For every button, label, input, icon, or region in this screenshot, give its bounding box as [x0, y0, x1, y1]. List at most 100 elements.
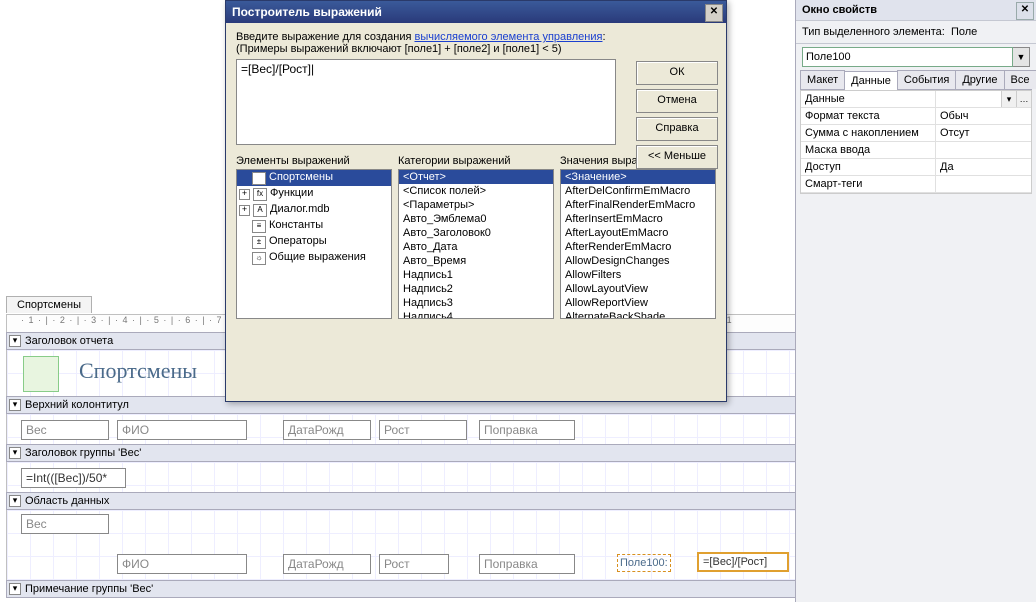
help-button[interactable]: Справка — [636, 117, 718, 141]
collapse-icon[interactable]: ▾ — [9, 335, 21, 347]
list-item[interactable]: AllowLayoutView — [561, 282, 715, 296]
collapse-icon[interactable]: ▾ — [9, 583, 21, 595]
property-row[interactable]: Формат текстаОбыч — [801, 108, 1031, 125]
property-name: Смарт-теги — [801, 176, 936, 192]
report-title[interactable]: Спортсмены — [79, 358, 197, 384]
list-item[interactable]: AfterLayoutEmMacro — [561, 226, 715, 240]
property-name: Сумма с накоплением — [801, 125, 936, 141]
band-header-group[interactable]: ▾Заголовок группы 'Вес' — [6, 444, 796, 462]
tree-item[interactable]: +AДиалог.mdb — [237, 202, 391, 218]
band-body-page-header[interactable]: Вес ФИО ДатаРожд Рост Поправка — [6, 414, 796, 445]
band-label: Примечание группы 'Вес' — [25, 583, 153, 595]
property-value[interactable] — [936, 176, 1031, 192]
element-selector-input[interactable] — [802, 47, 1013, 67]
property-value[interactable] — [936, 142, 1031, 158]
list-item[interactable]: AfterInsertEmMacro — [561, 212, 715, 226]
new-field-selected[interactable]: =[Вес]/[Рост] — [697, 552, 789, 572]
properties-subtitle: Тип выделенного элемента: Поле — [796, 21, 1036, 44]
close-icon[interactable]: ✕ — [705, 4, 723, 22]
list-item[interactable]: Авто_Время — [399, 254, 553, 268]
detail-ctrl-ves[interactable]: Вес — [21, 514, 109, 534]
builder-icon[interactable]: … — [1016, 91, 1031, 107]
list-item[interactable]: Надпись2 — [399, 282, 553, 296]
header-ctrl-dr[interactable]: ДатаРожд — [283, 420, 371, 440]
dialog-title-text: Построитель выражений — [232, 5, 382, 19]
list-item[interactable]: Надпись4 — [399, 310, 553, 319]
categories-list[interactable]: <Отчет><Список полей><Параметры>Авто_Эмб… — [398, 169, 554, 319]
tab-Макет[interactable]: Макет — [800, 70, 845, 89]
chevron-down-icon[interactable]: ▼ — [1013, 47, 1030, 67]
property-value[interactable]: Отсут — [936, 125, 1031, 141]
tab-Другие[interactable]: Другие — [955, 70, 1004, 89]
list-item[interactable]: AllowReportView — [561, 296, 715, 310]
band-header-group-footer[interactable]: ▾ Примечание группы 'Вес' — [6, 580, 796, 598]
tree-item[interactable]: ±Операторы — [237, 234, 391, 250]
element-selector[interactable]: ▼ — [802, 47, 1030, 67]
header-ctrl-ves[interactable]: Вес — [21, 420, 109, 440]
collapse-icon[interactable]: ▾ — [9, 399, 21, 411]
cancel-button[interactable]: Отмена — [636, 89, 718, 113]
tree-item[interactable]: ≡Константы — [237, 218, 391, 234]
dialog-intro: Введите выражение для создания вычисляем… — [236, 31, 716, 43]
list-item[interactable]: AllowFilters — [561, 268, 715, 282]
tab-Данные[interactable]: Данные — [844, 71, 898, 90]
header-ctrl-fio[interactable]: ФИО — [117, 420, 247, 440]
band-body-detail[interactable]: Вес ФИО ДатаРожд Рост Поправка Поле100: … — [6, 510, 796, 581]
report-tab[interactable]: Спортсмены — [6, 296, 92, 313]
tab-Все[interactable]: Все — [1004, 70, 1036, 89]
list-item[interactable]: Надпись1 — [399, 268, 553, 282]
tab-События[interactable]: События — [897, 70, 956, 89]
detail-ctrl-pop[interactable]: Поправка — [479, 554, 575, 574]
expression-input[interactable]: =[Вес]/[Рост]| — [236, 59, 616, 145]
ok-button[interactable]: ОК — [636, 61, 718, 85]
collapse-icon[interactable]: ▾ — [9, 495, 21, 507]
list-item[interactable]: Надпись3 — [399, 296, 553, 310]
property-name: Маска ввода — [801, 142, 936, 158]
property-row[interactable]: ДоступДа — [801, 159, 1031, 176]
header-ctrl-rost[interactable]: Рост — [379, 420, 467, 440]
detail-ctrl-rost[interactable]: Рост — [379, 554, 449, 574]
dialog-titlebar[interactable]: Построитель выражений ✕ — [226, 1, 726, 23]
close-icon[interactable]: ✕ — [1016, 2, 1034, 20]
tree-item[interactable]: +fxФункции — [237, 186, 391, 202]
property-row[interactable]: Сумма с накоплениемОтсут — [801, 125, 1031, 142]
chevron-down-icon[interactable]: ▾ — [1001, 91, 1016, 107]
property-value[interactable]: Да — [936, 159, 1031, 175]
report-logo-icon[interactable] — [23, 356, 59, 392]
list-item[interactable]: <Отчет> — [399, 170, 553, 184]
list-item[interactable]: AlternateBackShade — [561, 310, 715, 319]
property-value[interactable] — [936, 91, 1001, 107]
detail-ctrl-dr[interactable]: ДатаРожд — [283, 554, 371, 574]
property-row[interactable]: Маска ввода — [801, 142, 1031, 159]
property-row[interactable]: Данные▾… — [801, 91, 1031, 108]
group-expr-ctrl[interactable]: =Int(([Вес])/50* — [21, 468, 126, 488]
list-item[interactable]: <Список полей> — [399, 184, 553, 198]
new-label[interactable]: Поле100: — [617, 554, 671, 572]
detail-ctrl-fio[interactable]: ФИО — [117, 554, 247, 574]
less-button[interactable]: << Меньше — [636, 145, 718, 169]
help-link[interactable]: вычисляемого элемента управления — [414, 31, 602, 43]
tree-item[interactable]: ☼Общие выражения — [237, 250, 391, 266]
report-tabbar: Спортсмены — [6, 296, 92, 313]
list-item[interactable]: Авто_Заголовок0 — [399, 226, 553, 240]
band-body-group-header[interactable]: =Int(([Вес])/50* — [6, 462, 796, 493]
tree-item[interactable]: ◧Спортсмены — [237, 170, 391, 186]
list-item[interactable]: <Параметры> — [399, 198, 553, 212]
list-item[interactable]: Авто_Эмблема0 — [399, 212, 553, 226]
list-item[interactable]: Авто_Дата — [399, 240, 553, 254]
list-item[interactable]: AfterFinalRenderEmMacro — [561, 198, 715, 212]
property-value[interactable]: Обыч — [936, 108, 1031, 124]
elements-tree[interactable]: ◧Спортсмены+fxФункции+AДиалог.mdb≡Конста… — [236, 169, 392, 319]
collapse-icon[interactable]: ▾ — [9, 447, 21, 459]
properties-title[interactable]: Окно свойств ✕ — [796, 0, 1036, 21]
header-ctrl-pop[interactable]: Поправка — [479, 420, 575, 440]
property-row[interactable]: Смарт-теги — [801, 176, 1031, 193]
list-item[interactable]: AllowDesignChanges — [561, 254, 715, 268]
col-label-elements: Элементы выражений — [236, 155, 392, 167]
band-header-detail[interactable]: ▾Область данных — [6, 492, 796, 510]
properties-panel: Окно свойств ✕ Тип выделенного элемента:… — [795, 0, 1036, 602]
values-list[interactable]: <Значение>AfterDelConfirmEmMacroAfterFin… — [560, 169, 716, 319]
properties-title-text: Окно свойств — [802, 4, 877, 16]
list-item[interactable]: AfterRenderEmMacro — [561, 240, 715, 254]
list-item[interactable]: AfterDelConfirmEmMacro — [561, 184, 715, 198]
